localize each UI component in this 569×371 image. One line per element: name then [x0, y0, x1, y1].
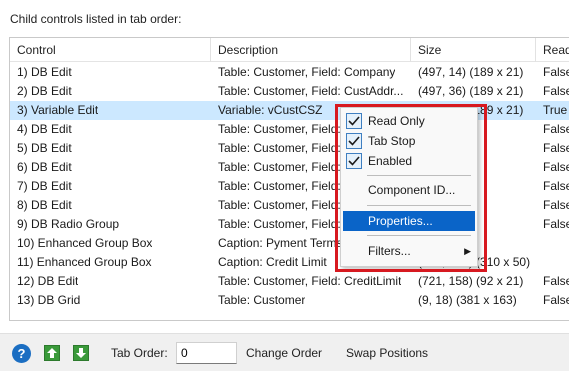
cell-control: 5) DB Edit — [17, 141, 72, 155]
cell-read: False — [543, 198, 569, 212]
arrow-down-icon[interactable] — [73, 345, 89, 361]
change-order-button[interactable]: Change Order — [246, 346, 322, 360]
cell-read: False — [543, 179, 569, 193]
list-heading: Child controls listed in tab order: — [10, 12, 182, 26]
cell-size: (497, 36) (189 x 21) — [418, 84, 524, 98]
cell-control: 7) DB Edit — [17, 179, 72, 193]
cell-read: False — [543, 274, 569, 288]
cell-control: 6) DB Edit — [17, 160, 72, 174]
cell-read: False — [543, 141, 569, 155]
cell-control: 3) Variable Edit — [17, 103, 99, 117]
cell-control: 4) DB Edit — [17, 122, 72, 136]
tab-order-label: Tab Order: — [111, 346, 168, 360]
cell-description: Table: Customer, Field: C — [218, 122, 353, 136]
cell-read: False — [543, 293, 569, 307]
cell-read: False — [543, 122, 569, 136]
footer-toolbar: ? Tab Order: Change Order Swap Positions — [0, 333, 569, 371]
cell-description: Table: Customer, Field: Company — [218, 65, 396, 79]
cell-description: Table: Customer, Field: I — [218, 179, 348, 193]
column-header-size[interactable]: Size — [411, 38, 441, 62]
column-header-description[interactable]: Description — [211, 38, 278, 62]
cell-description: Table: Customer, Field: C — [218, 217, 353, 231]
swap-positions-button[interactable]: Swap Positions — [346, 346, 428, 360]
cell-description: Caption: Credit Limit — [218, 255, 327, 269]
highlight-annotation — [335, 104, 487, 272]
cell-description: Table: Customer, Field: C — [218, 141, 353, 155]
cell-control: 1) DB Edit — [17, 65, 72, 79]
cell-read: True — [543, 103, 568, 117]
cell-control: 11) Enhanced Group Box — [17, 255, 152, 269]
table-row[interactable]: 1) DB Edit Table: Customer, Field: Compan… — [10, 63, 569, 82]
column-header-read[interactable]: Read — [536, 38, 569, 62]
tab-order-input[interactable] — [176, 342, 237, 364]
cell-control: 13) DB Grid — [17, 293, 81, 307]
table-row[interactable]: 12) DB Edit Table: Customer, Field: Credi… — [10, 272, 569, 291]
column-header-control[interactable]: Control — [10, 38, 56, 62]
table-row[interactable]: 2) DB Edit Table: Customer, Field: CustAd… — [10, 82, 569, 101]
cell-control: 9) DB Radio Group — [17, 217, 120, 231]
cell-size: (721, 158) (92 x 21) — [418, 274, 524, 288]
cell-control: 2) DB Edit — [17, 84, 72, 98]
cell-size: (9, 18) (381 x 163) — [418, 293, 517, 307]
cell-description: Caption: Pyment Terms — [218, 236, 343, 250]
help-icon[interactable]: ? — [12, 344, 31, 363]
cell-control: 12) DB Edit — [17, 274, 79, 288]
cell-description: Table: Customer, Field: C — [218, 160, 353, 174]
cell-control: 8) DB Edit — [17, 198, 72, 212]
cell-read: False — [543, 217, 569, 231]
cell-description: Table: Customer, Field: CreditLimit — [218, 274, 402, 288]
cell-read — [536, 234, 543, 253]
cell-description: Table: Customer — [218, 293, 306, 307]
cell-control: 10) Enhanced Group Box — [17, 236, 153, 250]
cell-read: False — [543, 65, 569, 79]
table-row[interactable]: 13) DB Grid Table: Customer (9, 18) (381 x… — [10, 291, 569, 310]
list-header: Control Description Size Read — [10, 38, 569, 62]
arrow-up-icon[interactable] — [44, 345, 60, 361]
cell-read: False — [543, 84, 569, 98]
cell-read — [536, 253, 543, 272]
cell-description: Variable: vCustCSZ — [218, 103, 323, 117]
cell-read: False — [543, 160, 569, 174]
cell-description: Table: Customer, Field: I — [218, 198, 348, 212]
cell-description: Table: Customer, Field: CustAddr... — [218, 84, 404, 98]
cell-size: (497, 14) (189 x 21) — [418, 65, 524, 79]
